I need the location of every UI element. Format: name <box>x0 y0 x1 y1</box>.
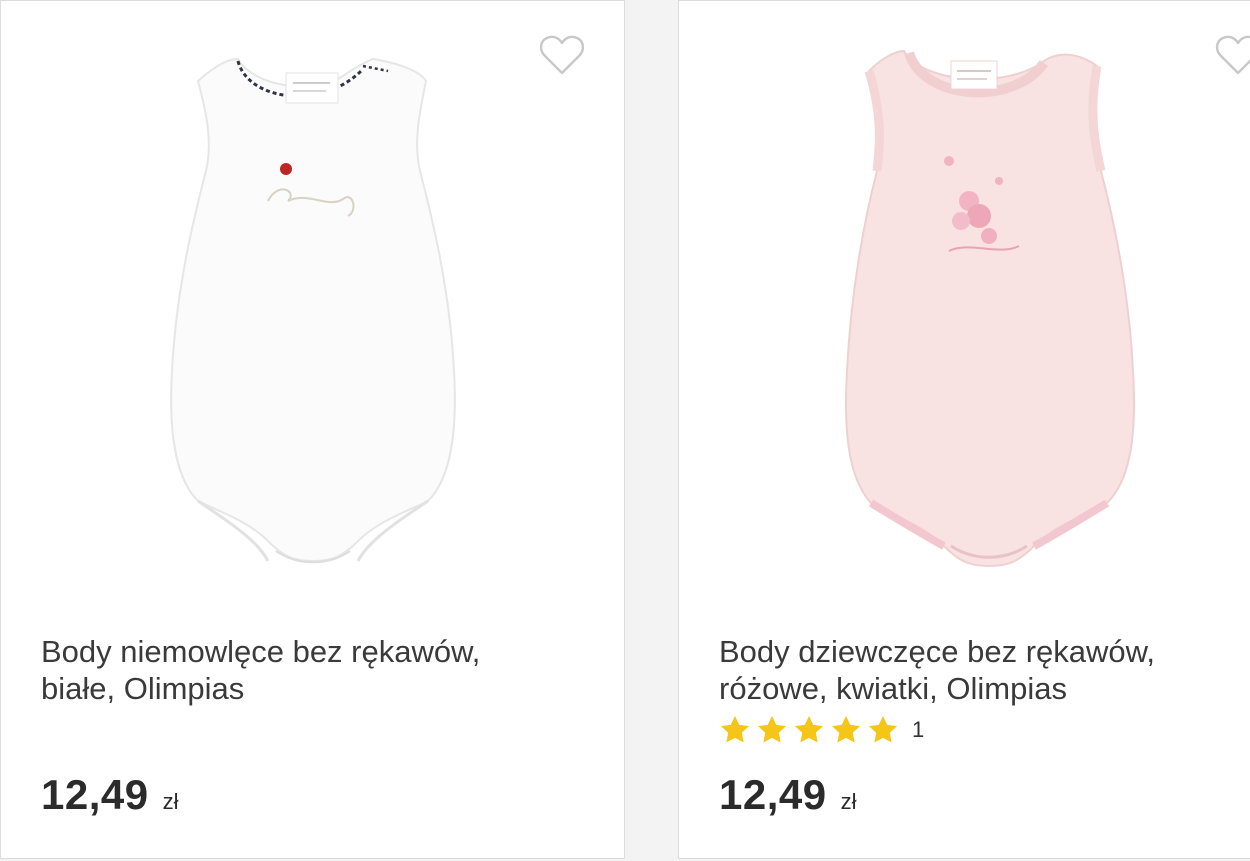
rating-count: 1 <box>912 717 925 742</box>
product-rating[interactable]: 1 <box>719 713 924 747</box>
star-icon <box>795 716 823 743</box>
price-amount: 12,49 <box>41 771 149 818</box>
product-title[interactable]: Body niemowlęce bez rękawów, białe, Olim… <box>41 633 561 707</box>
product-title-line1: Body niemowlęce bez rękawów, <box>41 634 481 669</box>
star-icon <box>832 716 860 743</box>
product-title-line2: różowe, kwiatki, Olimpias <box>719 671 1067 706</box>
product-card[interactable]: Body niemowlęce bez rękawów, białe, Olim… <box>0 0 625 859</box>
price-currency: zł <box>840 789 857 814</box>
star-icon <box>758 716 786 743</box>
product-title-line1: Body dziewczęce bez rękawów, <box>719 634 1155 669</box>
product-image[interactable] <box>839 41 1149 586</box>
product-title[interactable]: Body dziewczęce bez rękawów, różowe, kwi… <box>719 633 1239 707</box>
product-title-line2: białe, Olimpias <box>41 671 245 706</box>
product-grid: Body niemowlęce bez rękawów, białe, Olim… <box>0 0 1250 861</box>
product-image[interactable] <box>158 41 468 586</box>
price-currency: zł <box>162 789 179 814</box>
price-amount: 12,49 <box>719 771 827 818</box>
product-price: 12,49 zł <box>41 771 179 819</box>
star-icon <box>869 716 897 743</box>
product-card[interactable]: Body dziewczęce bez rękawów, różowe, kwi… <box>678 0 1250 859</box>
star-icon <box>721 716 749 743</box>
favorite-heart-icon[interactable] <box>1214 33 1250 77</box>
product-price: 12,49 zł <box>719 771 857 819</box>
favorite-heart-icon[interactable] <box>538 33 586 77</box>
